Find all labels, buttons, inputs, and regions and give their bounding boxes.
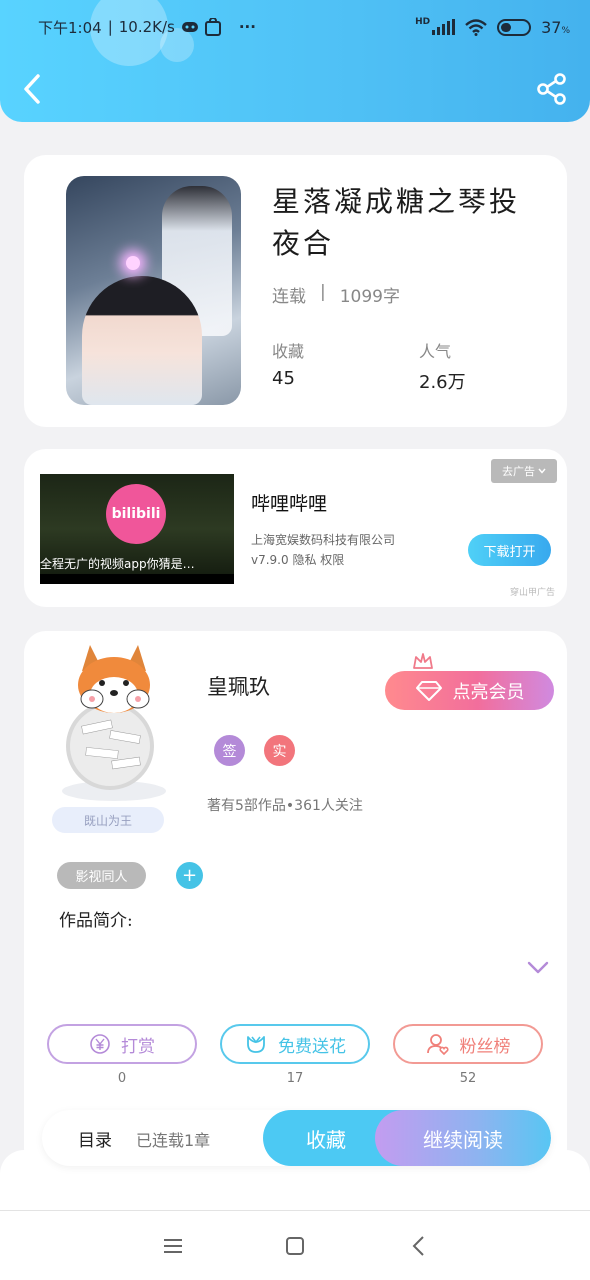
book-cover-image[interactable] — [66, 176, 241, 405]
flower-icon — [247, 1036, 265, 1053]
author-card: 既山为王 皇珮玖 点亮会员 签 实 著有5部作品•361人关注 影视同人 + 作… — [24, 631, 567, 1171]
author-name: 皇珮玖 — [207, 675, 270, 699]
genre-tag[interactable]: 影视同人 — [57, 862, 146, 889]
favorites-label: 收藏 — [272, 342, 305, 361]
book-meta: 连载 | 1099字 — [272, 282, 400, 307]
signed-badge: 签 — [214, 735, 245, 766]
yen-icon — [90, 1034, 110, 1054]
intro-label: 作品简介: — [59, 911, 133, 931]
chevron-down-icon — [538, 468, 546, 474]
menu-icon[interactable] — [160, 1233, 186, 1259]
status-divider: | — [107, 18, 113, 36]
diamond-icon — [415, 680, 442, 701]
book-word-count: 1099字 — [339, 287, 400, 307]
gamepad-icon — [181, 22, 198, 32]
book-title: 星落凝成糖之琴投夜合 — [272, 185, 521, 260]
status-time: 下午1:04 — [38, 18, 102, 37]
signal-icon — [432, 19, 456, 35]
fan-count: 52 — [459, 1071, 477, 1086]
meta-separator: | — [320, 282, 326, 302]
status-more-dots: ··· — [238, 18, 256, 36]
top-header: 下午1:04 | 10.2K/s ··· HD 37% — [0, 0, 590, 122]
toc-info[interactable]: 已连载1章 — [136, 1127, 210, 1151]
battery-percent: 37% — [541, 17, 570, 37]
favorites-value: 45 — [272, 368, 295, 389]
battery-icon — [497, 18, 532, 36]
popularity-value: 2.6万 — [419, 372, 466, 393]
ad-source: 穿山甲广告 — [509, 588, 555, 598]
back-triangle-icon[interactable] — [406, 1233, 432, 1259]
ad-version-line[interactable]: v7.9.0 隐私 权限 — [251, 551, 344, 568]
avatar-tag: 既山为王 — [52, 807, 164, 833]
ad-caption: 全程无广的视频app你猜是… — [40, 557, 195, 571]
vip-button[interactable]: 点亮会员 — [385, 671, 554, 710]
ad-image[interactable]: bilibili 全程无广的视频app你猜是… — [40, 474, 234, 584]
fan-user-icon — [426, 1034, 449, 1056]
ad-app-name: 哔哩哔哩 — [251, 493, 328, 515]
status-speed: 10.2K/s — [118, 18, 175, 36]
ad-company: 上海宽娱数码科技有限公司 — [251, 533, 396, 547]
tip-count: 0 — [117, 1071, 127, 1086]
book-info-card: 星落凝成糖之琴投夜合 连载 | 1099字 收藏 45 人气 2.6万 — [24, 155, 567, 427]
fan-ranking-button[interactable]: 粉丝榜 — [393, 1024, 543, 1064]
download-open-button[interactable]: 下载打开 — [468, 534, 551, 566]
bilibili-logo: bilibili — [106, 484, 166, 544]
system-nav-bar — [0, 1210, 590, 1280]
verified-badge: 实 — [264, 735, 295, 766]
add-tag-button[interactable]: + — [176, 862, 203, 889]
shopping-bag-icon — [204, 18, 221, 36]
bottom-action-bar: 目录 已连载1章 收藏 继续阅读 — [42, 1110, 551, 1166]
chevron-down-icon[interactable] — [527, 961, 549, 975]
status-bar: 下午1:04 | 10.2K/s ··· HD 37% — [38, 14, 570, 40]
book-status: 连载 — [272, 287, 306, 307]
flower-count: 17 — [286, 1071, 304, 1086]
toc-button[interactable]: 目录 — [78, 1126, 112, 1151]
wifi-icon — [465, 18, 487, 36]
ad-card[interactable]: bilibili 全程无广的视频app你猜是… 去广告 哔哩哔哩 上海宽娱数码科… — [24, 449, 567, 607]
author-avatar[interactable] — [52, 641, 172, 801]
send-flower-button[interactable]: 免费送花 — [220, 1024, 370, 1064]
home-square-icon[interactable] — [282, 1233, 308, 1259]
tip-button[interactable]: 打赏 — [47, 1024, 197, 1064]
share-icon[interactable] — [536, 72, 568, 106]
continue-reading-button[interactable]: 继续阅读 — [375, 1110, 551, 1166]
chevron-left-icon[interactable] — [18, 70, 48, 108]
popularity-label: 人气 — [419, 342, 452, 361]
author-works-info: 著有5部作品•361人关注 — [207, 798, 363, 814]
crown-icon — [413, 653, 433, 669]
hd-label: HD — [415, 17, 431, 27]
remove-ad-button[interactable]: 去广告 — [491, 459, 557, 483]
